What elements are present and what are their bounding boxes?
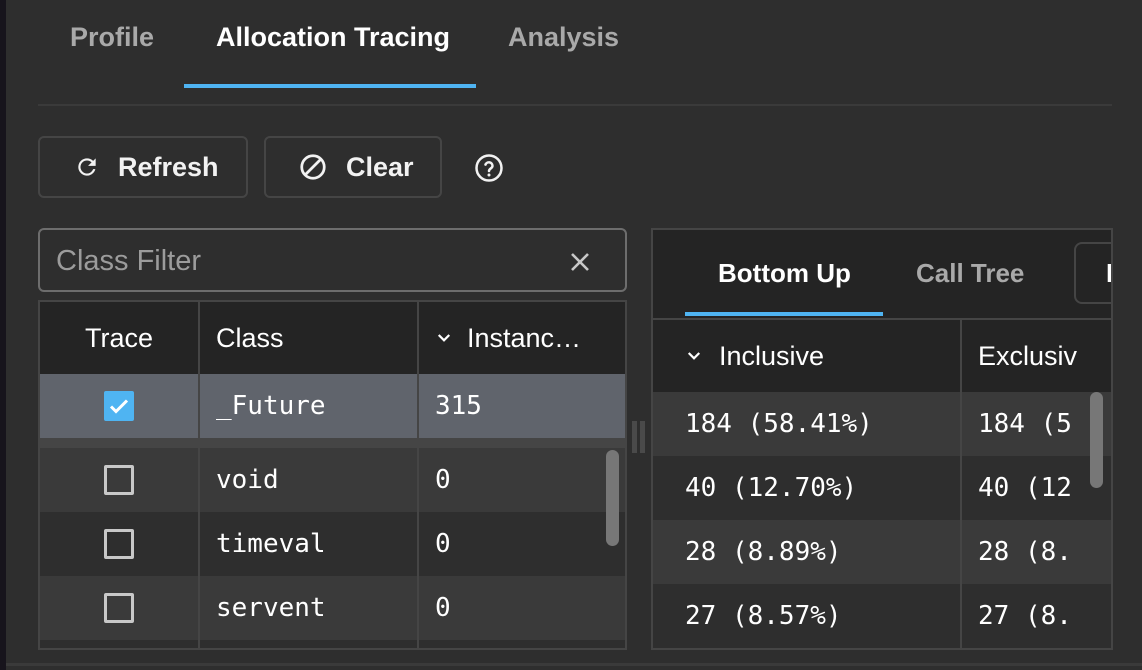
trace-details-panel: Bottom Up Call Tree E Inclusive Exclusiv…	[651, 228, 1113, 650]
chevron-down-icon	[437, 334, 451, 342]
class-table-header: Trace Class Instanc…	[40, 302, 625, 374]
trace-checkbox[interactable]	[104, 529, 134, 559]
main-tab-bar: Profile Allocation Tracing Analysis	[38, 0, 1112, 106]
table-row[interactable]: timeval 0	[40, 512, 625, 576]
block-icon	[300, 154, 326, 180]
trace-cell	[40, 576, 200, 640]
instances-cell: 0	[435, 593, 451, 623]
tab-bottom-up[interactable]: Bottom Up	[718, 258, 851, 289]
class-cell: timeval	[200, 512, 419, 576]
class-cell: void	[200, 448, 419, 512]
trace-cell	[40, 374, 200, 438]
tab-analysis[interactable]: Analysis	[508, 22, 619, 53]
table-row[interactable]: void 0	[40, 448, 625, 512]
table-row[interactable]: 40 (12.70%) 40 (12	[653, 456, 1111, 520]
trace-checkbox[interactable]	[104, 593, 134, 623]
tab-allocation-tracing[interactable]: Allocation Tracing	[216, 22, 450, 53]
exclusive-cell: 27 (8.	[978, 601, 1072, 631]
help-circle-icon[interactable]	[474, 153, 504, 183]
class-filter-input[interactable]	[54, 238, 538, 284]
trace-cell	[40, 448, 200, 512]
clear-label: Clear	[346, 151, 414, 182]
trace-tab-bar: Bottom Up Call Tree E	[653, 230, 1111, 320]
class-cell: servent	[200, 576, 419, 640]
instances-cell: 0	[435, 465, 451, 495]
check-icon	[109, 399, 129, 414]
panel-splitter-handle[interactable]	[632, 421, 646, 455]
clear-button[interactable]: Clear	[264, 136, 442, 198]
close-icon[interactable]	[568, 250, 592, 274]
exclusive-cell: 28 (8.	[978, 537, 1072, 567]
trace-table-scrollbar[interactable]	[1090, 392, 1103, 488]
table-row[interactable]: servent 0	[40, 576, 625, 640]
class-table-scrollbar[interactable]	[606, 450, 619, 546]
active-tab-indicator	[184, 84, 476, 88]
trace-checkbox[interactable]	[104, 391, 134, 421]
class-cell: _Future	[200, 374, 419, 438]
inclusive-cell: 184 (58.41%)	[653, 392, 962, 456]
column-header-class[interactable]: Class	[200, 302, 419, 374]
tab-call-tree[interactable]: Call Tree	[916, 258, 1024, 289]
table-row[interactable]: 28 (8.89%) 28 (8.	[653, 520, 1111, 584]
tab-profile[interactable]: Profile	[70, 22, 154, 53]
instances-cell: 0	[435, 529, 451, 559]
refresh-button[interactable]: Refresh	[38, 136, 248, 198]
refresh-label: Refresh	[118, 151, 219, 182]
window-left-edge	[0, 0, 6, 670]
trace-checkbox[interactable]	[104, 465, 134, 495]
refresh-icon	[78, 158, 96, 176]
table-row[interactable]: 184 (58.41%) 184 (5	[653, 392, 1111, 456]
expand-button[interactable]: E	[1074, 242, 1111, 304]
column-header-instances[interactable]: Instanc…	[419, 302, 625, 374]
column-header-exclusive[interactable]: Exclusiv	[962, 320, 1111, 392]
inclusive-cell: 27 (8.57%)	[653, 584, 962, 648]
active-trace-tab-indicator	[685, 312, 883, 316]
chevron-down-icon	[687, 352, 701, 360]
row-divider	[40, 438, 625, 448]
table-row-partial	[40, 640, 625, 648]
inclusive-cell: 28 (8.89%)	[653, 520, 962, 584]
column-header-trace[interactable]: Trace	[40, 302, 200, 374]
table-row[interactable]: _Future 315	[40, 374, 625, 438]
class-table: Trace Class Instanc… _Future 315 void 0 …	[38, 300, 627, 650]
table-row[interactable]: 27 (8.57%) 27 (8.	[653, 584, 1111, 648]
class-filter-field	[38, 228, 627, 292]
trace-cell	[40, 512, 200, 576]
column-header-inclusive[interactable]: Inclusive	[653, 320, 962, 392]
inclusive-cell: 40 (12.70%)	[653, 456, 962, 520]
trace-table-header: Inclusive Exclusiv	[653, 320, 1111, 392]
bottom-divider	[6, 663, 1142, 666]
instances-cell: 315	[435, 391, 482, 421]
